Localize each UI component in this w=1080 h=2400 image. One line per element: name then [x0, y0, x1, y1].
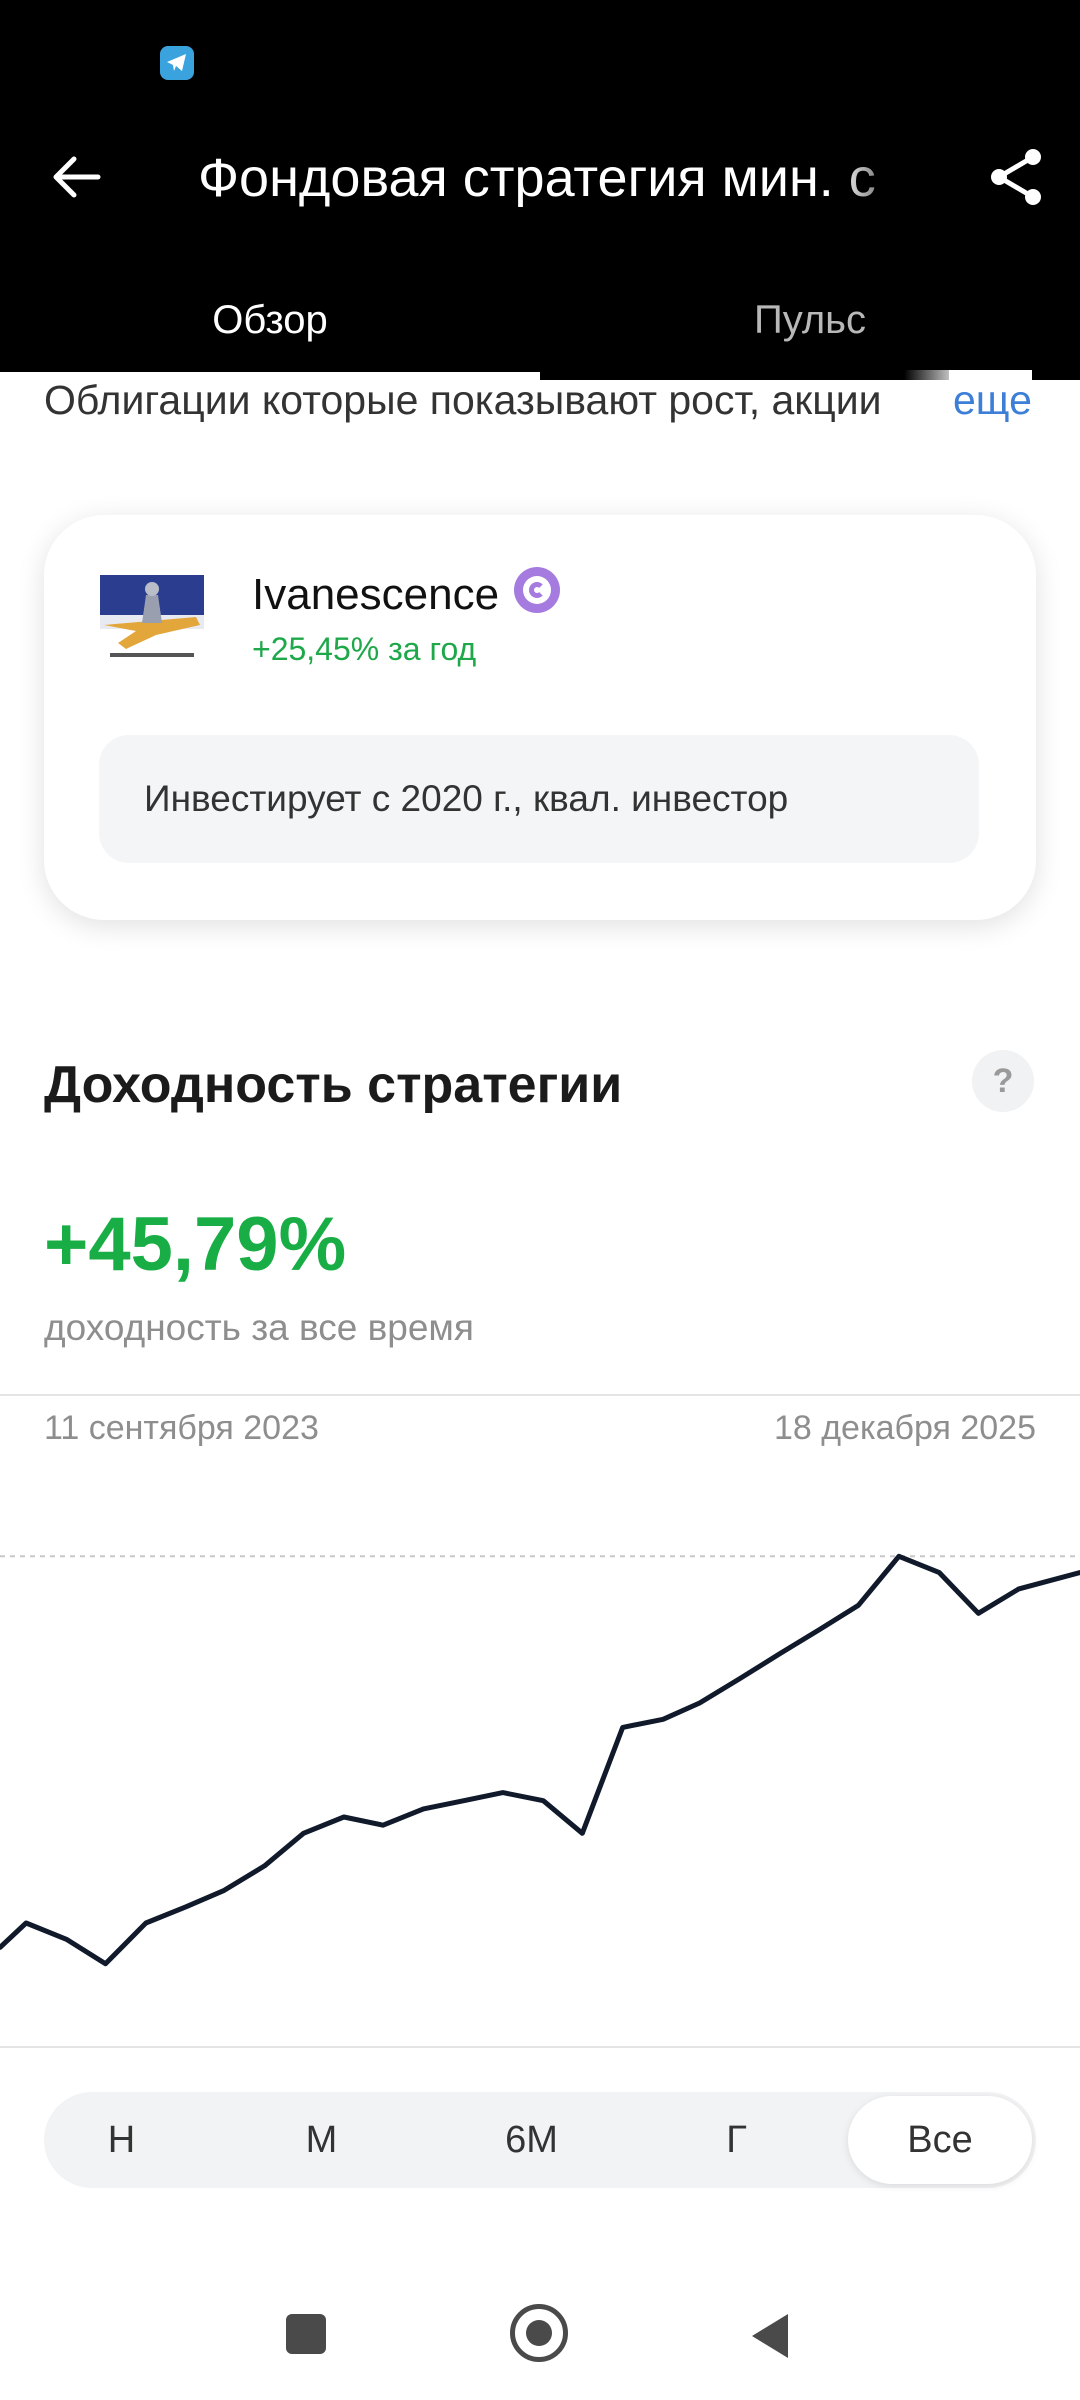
more-link[interactable]: еще [949, 370, 1032, 430]
author-name: Ivanescence [252, 570, 500, 619]
period-week[interactable]: Н [44, 2092, 199, 2188]
author-yearly-return: +25,45% за год [252, 631, 477, 667]
chart-divider-bottom [0, 2046, 1080, 2048]
chart-divider-top [0, 1394, 1080, 1396]
chart-date-start: 11 сентября 2023 [44, 1409, 319, 1447]
telegram-icon [160, 46, 194, 80]
system-nav-bar [0, 2270, 1080, 2400]
tab-overview[interactable]: Обзор [0, 280, 540, 360]
author-badge-icon [514, 567, 560, 613]
author-info-box: Инвестирует с 2020 г., квал. инвестор [99, 735, 979, 863]
period-all[interactable]: Все [848, 2096, 1032, 2184]
chart-date-end: 18 декабря 2025 [773, 1409, 1036, 1447]
arrow-left-icon [53, 156, 101, 198]
share-icon [991, 149, 1041, 205]
home-icon[interactable] [510, 2304, 568, 2362]
chart-series-line [0, 1553, 1080, 1967]
page-title: Фондовая стратегия мин. с [198, 138, 918, 218]
description-text: Облигации которые показывают рост, акции [44, 377, 882, 423]
nav-back-icon[interactable] [752, 2314, 788, 2358]
author-card[interactable]: Ivanescence +25,45% за год Инвестирует с… [44, 515, 1036, 920]
tab-pulse[interactable]: Пульс [540, 280, 1080, 360]
app-bar: Фондовая стратегия мин. с Обзор Пульс [0, 0, 1080, 380]
period-month[interactable]: М [244, 2092, 399, 2188]
author-info-text: Инвестирует с 2020 г., квал. инвестор [144, 778, 789, 819]
yield-chart[interactable] [0, 1460, 1080, 2050]
period-6-months[interactable]: 6М [449, 2092, 614, 2188]
strategy-description: Облигации которые показывают рост, акции… [44, 370, 1044, 430]
yield-section-title: Доходность стратегии [44, 1056, 623, 1114]
page-title-text: Фондовая стратегия мин. с [198, 148, 876, 208]
share-button[interactable] [980, 140, 1054, 214]
author-avatar [96, 565, 208, 677]
status-bar [0, 0, 1080, 120]
total-return-caption: доходность за все время [44, 1307, 474, 1348]
back-button[interactable] [40, 140, 114, 214]
help-button[interactable]: ? [972, 1050, 1034, 1112]
period-selector: Н М 6М Г Все [44, 2092, 1036, 2188]
recents-icon[interactable] [286, 2314, 326, 2354]
period-year[interactable]: Г [654, 2092, 819, 2188]
total-return-value: +45,79% [44, 1202, 347, 1287]
